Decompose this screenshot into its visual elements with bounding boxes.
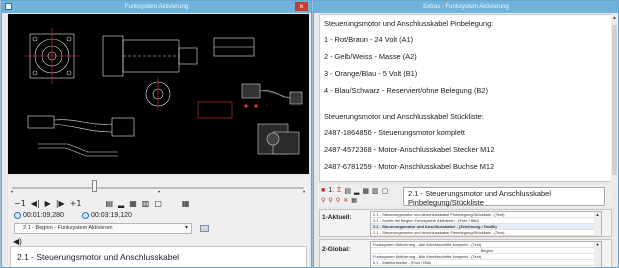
elapsed-time-value: 00:01:09,280 [23, 212, 64, 219]
extras-nav-toolbar: ■ 1. Σ ▤ ▂ ▦ ▥ ▢ ⚲ ⚲ ⚲ ✕ ▦ 2.1 - Steueru… [319, 185, 612, 207]
cad-drawing-view [8, 14, 309, 174]
chevron-down-icon[interactable]: ▾ [185, 224, 188, 233]
timeline-start-marker: • [11, 190, 14, 196]
global-section: 2-Global: Funksystem Aktivierung - Alle … [319, 239, 612, 267]
extras-window: Extras - Funksystem Aktivierung Steuerun… [313, 0, 619, 268]
sigma-icon[interactable]: Σ [337, 187, 341, 195]
close-search-icon[interactable]: ✕ [343, 197, 348, 204]
scroll-up-icon[interactable]: ▲ [611, 15, 618, 22]
minimize-icon[interactable]: ▂ [354, 187, 359, 195]
previous-chapter-icon[interactable]: ◀| [31, 199, 40, 208]
list-icon[interactable]: ▥ [142, 199, 150, 208]
chapter-caption: 2.1 - Steuerungsmotor und Anschlusskabel [10, 246, 307, 267]
list-item[interactable]: 0.1 - Wahlfortweise - (Foto / Bild) [371, 260, 601, 266]
clock-icon [82, 212, 89, 219]
video-window: Funksystem Aktivierung × • • • −1 ◀| ▶ |… [1, 0, 312, 268]
total-time-value: 00:03:19,120 [91, 212, 132, 219]
aktuell-list[interactable]: 2.1 - Steuerungsmotor und Anschlusskabel… [370, 211, 602, 237]
window-icon[interactable]: ▢ [382, 187, 389, 195]
extras-text-panel: Steuerungsmotor und Anschlusskabel Pinbe… [319, 14, 612, 182]
window-icon[interactable]: ▢ [154, 199, 162, 208]
fullscreen-icon[interactable]: ▦ [182, 199, 190, 208]
text-scrollbar-thumb[interactable] [612, 25, 617, 175]
clock-icon [14, 212, 21, 219]
level-one-icon[interactable]: 1. [328, 187, 334, 195]
elapsed-time: 00:01:09,280 [14, 211, 64, 220]
text-line: 2 - Gelb/Weiss - Masse (A2) [324, 52, 417, 61]
chapter-select[interactable]: 2.1 - Beginn - Funksystem Aktivieren ▾ [14, 223, 192, 234]
timeline-mid-marker: • [158, 190, 161, 196]
text-line: 2487-1864856 - Steuerungsmotor komplett [324, 128, 465, 137]
player-controls: • • • −1 ◀| ▶ |▶ +1 ▤ ▂ ▦ ▥ ▢ ▦ 00:01:09… [8, 177, 309, 267]
timeline-slider[interactable] [12, 187, 304, 189]
text-line: Steuerungsmotor und Anschlusskabel Pinbe… [324, 19, 494, 28]
close-button[interactable]: × [295, 2, 308, 11]
text-line: 3 - Orange/Blau - 5 Volt (B1) [324, 69, 418, 78]
list-icon[interactable]: ▥ [372, 187, 379, 195]
timeline-end-marker: • [303, 190, 306, 196]
extras-window-titlebar[interactable]: Extras - Funksystem Aktivierung [314, 1, 618, 13]
play-icon[interactable]: ▶ [45, 199, 51, 208]
extras-window-title: Extras - Funksystem Aktivierung [423, 4, 509, 10]
text-line: Steuerungsmotor und Anschlusskabel Stück… [324, 112, 484, 121]
current-extra-title: 2.1 - Steuerungsmotor und Anschlusskabel… [403, 187, 605, 207]
global-label: 2-Global: [322, 246, 351, 253]
next-chapter-icon[interactable]: |▶ [56, 199, 65, 208]
chapter-select-value: 2.1 - Beginn - Funksystem Aktivieren [23, 225, 113, 231]
list-item[interactable]: 2.1 - Steuerungsmotor und Anschlusskabel… [371, 230, 601, 236]
flag-icon[interactable]: ■ [321, 187, 325, 195]
step-back-icon[interactable]: −1 [14, 199, 26, 208]
search-icon[interactable]: ⚲ [321, 197, 325, 204]
grid-icon[interactable]: ▦ [362, 187, 369, 195]
text-line: 2487-6781259 - Motor-Anschlusskabel Buch… [324, 162, 495, 171]
total-time: 00:03:19,120 [82, 211, 132, 220]
text-line: 4 - Blau/Schwarz - Reserviert/ohne Beleg… [324, 86, 488, 95]
global-scrollbar[interactable]: ▼ [594, 242, 601, 267]
text-line: 1 - Rot/Braun - 24 Volt (A1) [324, 35, 414, 44]
playback-toolbar: −1 ◀| ▶ |▶ +1 ▤ ▂ ▦ ▥ ▢ ▦ [14, 197, 189, 209]
minimize-icon[interactable]: ▂ [118, 199, 124, 208]
chapter-caption-text: 2.1 - Steuerungsmotor und Anschlusskabel [17, 252, 180, 262]
step-forward-icon[interactable]: +1 [70, 199, 82, 208]
timeline-slider-thumb[interactable] [92, 180, 97, 192]
video-window-title: Funksystem Aktivierung [124, 4, 189, 10]
playlist-icon[interactable]: ▤ [105, 199, 113, 208]
search-prev-icon[interactable]: ⚲ [328, 197, 332, 204]
nav-icons-row-2: ⚲ ⚲ ⚲ ✕ ▦ [321, 197, 357, 204]
text-line: 2487-4572368 - Motor-Anschlusskabel Stec… [324, 145, 495, 154]
global-list[interactable]: Funksystem Aktivierung - Alle Arbeitssch… [370, 241, 602, 267]
nav-icons-row: ■ 1. Σ ▤ ▂ ▦ ▥ ▢ [321, 187, 388, 195]
screen-icon[interactable] [200, 225, 209, 232]
search-next-icon[interactable]: ⚲ [336, 197, 340, 204]
fullscreen-icon[interactable]: ▦ [351, 197, 357, 204]
aktuell-label: 1-Aktuell: [322, 214, 352, 221]
aktuell-scrollbar[interactable]: ▲ [594, 212, 601, 236]
grid-icon[interactable]: ▦ [129, 199, 137, 208]
save-icon[interactable]: ▤ [344, 187, 351, 195]
video-window-titlebar[interactable]: Funksystem Aktivierung × [2, 1, 311, 13]
aktuell-section: 1-Aktuell: 2.1 - Steuerungsmotor und Ans… [319, 209, 612, 237]
app-icon [5, 3, 12, 10]
volume-icon[interactable]: ◀) [13, 237, 22, 246]
